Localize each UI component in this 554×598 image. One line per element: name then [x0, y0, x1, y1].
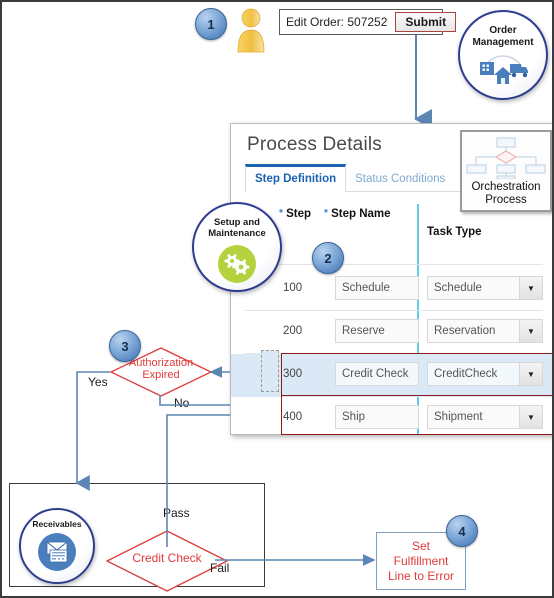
badge-4: 4 — [446, 515, 478, 547]
orchestration-process-icon — [466, 137, 546, 179]
setup-and-maintenance-title: Setup and Maintenance — [208, 217, 266, 239]
gears-icon — [218, 244, 256, 283]
no-label: No — [174, 396, 190, 410]
cell-step: 100 — [283, 282, 303, 294]
chevron-down-icon[interactable]: ▼ — [519, 406, 542, 428]
chevron-down-icon[interactable]: ▼ — [519, 277, 542, 299]
header-rule — [245, 264, 543, 265]
cell-step-name[interactable]: Reserve — [335, 319, 419, 343]
table-row[interactable]: 200 Reserve Reservation ▼ — [231, 311, 552, 354]
set-fulfillment-line-to-error-label: Set Fulfillment Line to Error — [387, 538, 455, 583]
diagram-canvas: 1 Edit Order: 507252 Submit Order Manage… — [0, 0, 554, 598]
tab-bar: Step Definition Status Conditions — [245, 164, 483, 192]
column-header-step: * Step — [279, 208, 312, 220]
task-type-value: Schedule — [434, 282, 482, 294]
tab-status-conditions[interactable]: Status Conditions — [346, 167, 454, 191]
chevron-down-icon[interactable]: ▼ — [519, 363, 542, 385]
task-type-value: CreditCheck — [434, 368, 498, 380]
edit-order-label: Edit Order: 507252 — [286, 15, 388, 29]
chevron-down-icon[interactable]: ▼ — [519, 320, 542, 342]
task-type-value: Reservation — [434, 325, 496, 337]
tab-step-definition[interactable]: Step Definition — [245, 164, 347, 192]
column-header-task-type: Task Type — [427, 226, 482, 238]
badge-1: 1 — [195, 8, 227, 40]
orchestration-process-label: Orchestration Process — [471, 181, 541, 206]
setup-and-maintenance-pillar: Setup and Maintenance — [192, 202, 282, 292]
cell-task-type[interactable]: Schedule ▼ — [427, 276, 543, 300]
cell-step: 400 — [283, 411, 303, 423]
badge-2: 2 — [312, 242, 344, 274]
column-header-step-name: * Step Name — [324, 208, 391, 220]
cell-step-name[interactable]: Credit Check — [335, 362, 419, 386]
receivables-envelope-icon — [38, 532, 76, 571]
pass-label: Pass — [163, 506, 190, 520]
receivables-pillar: Receivables — [19, 508, 95, 584]
table-row-selected[interactable]: 300 Credit Check CreditCheck ▼ — [231, 354, 552, 397]
table-row[interactable]: 400 Ship Shipment ▼ — [231, 397, 552, 434]
task-type-value: Shipment — [434, 411, 483, 423]
order-management-pillar: Order Management — [458, 10, 548, 100]
cell-step: 300 — [283, 368, 303, 380]
cell-step-name[interactable]: Ship — [335, 405, 419, 429]
cell-step-name[interactable]: Schedule — [335, 276, 419, 300]
order-management-icon — [476, 52, 530, 86]
badge-3: 3 — [109, 330, 141, 362]
receivables-title: Receivables — [32, 519, 82, 529]
person-icon — [234, 8, 268, 59]
cell-task-type[interactable]: Shipment ▼ — [427, 405, 543, 429]
cell-task-type[interactable]: CreditCheck ▼ — [427, 362, 543, 386]
cell-step: 200 — [283, 325, 303, 337]
table-row[interactable]: 100 Schedule Schedule ▼ — [231, 268, 552, 311]
cell-task-type[interactable]: Reservation ▼ — [427, 319, 543, 343]
order-management-title: Order Management — [472, 25, 534, 48]
edit-order-bar: Edit Order: 507252 Submit — [279, 9, 457, 35]
fail-label: Fail — [210, 561, 230, 575]
orchestration-process-thumbnail[interactable]: Orchestration Process — [460, 130, 552, 212]
yes-label: Yes — [88, 375, 108, 389]
submit-button[interactable]: Submit — [395, 12, 457, 32]
row-scroll-thumb[interactable] — [261, 350, 279, 392]
